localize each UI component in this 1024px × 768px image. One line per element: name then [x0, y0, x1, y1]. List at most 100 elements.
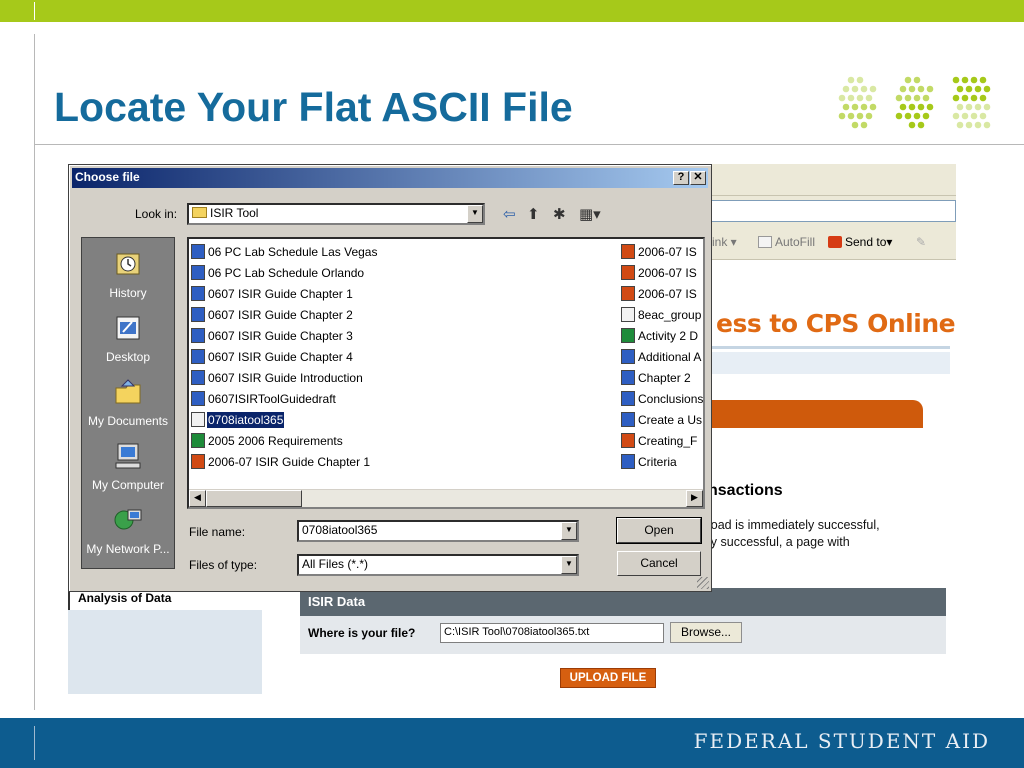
scroll-left-icon[interactable]: ◀ — [189, 490, 206, 507]
file-name-input[interactable]: 0708iatool365 ▼ — [297, 520, 579, 542]
close-button[interactable]: ✕ — [690, 171, 706, 185]
file-name: 06 PC Lab Schedule Orlando — [208, 266, 365, 280]
word-file-icon — [621, 454, 635, 469]
scroll-thumb[interactable] — [206, 490, 302, 507]
place-history[interactable]: History — [82, 244, 174, 308]
file-name: Creating_F — [638, 434, 698, 448]
up-folder-icon[interactable]: ⬆ — [527, 205, 540, 223]
file-name: Criteria — [638, 455, 677, 469]
file-type-dropdown[interactable]: All Files (*.*) ▼ — [297, 554, 579, 576]
autofill-button[interactable]: AutoFill — [758, 235, 815, 249]
file-item[interactable]: Create a Us — [621, 411, 703, 432]
back-arrow-icon[interactable]: ⇦ — [503, 205, 516, 223]
file-name: 2006-07 IS — [638, 245, 697, 259]
ppt-file-icon — [621, 244, 635, 259]
chevron-down-icon[interactable]: ▼ — [561, 522, 577, 540]
ppt-file-icon — [191, 454, 205, 469]
file-item[interactable]: Additional A — [621, 348, 703, 369]
logo-dot — [961, 76, 969, 84]
file-column-right: 2006-07 IS 2006-07 IS 2006-07 IS 8eac_group… — [621, 243, 703, 474]
browse-button[interactable]: Browse... — [670, 622, 742, 643]
logo-dot — [899, 85, 907, 93]
file-list: 06 PC Lab Schedule Las Vegas 06 PC Lab Sc… — [187, 237, 705, 509]
logo-dot — [856, 76, 864, 84]
file-name: Create a Us — [638, 413, 703, 427]
place-desktop[interactable]: Desktop — [82, 308, 174, 372]
file-item[interactable]: 0607 ISIR Guide Chapter 1 — [191, 285, 378, 306]
logo-dot — [908, 103, 916, 111]
file-name: Activity 2 D — [638, 329, 699, 343]
file-item[interactable]: 8eac_group — [621, 306, 703, 327]
horizontal-scrollbar[interactable]: ◀ ▶ — [189, 489, 703, 507]
logo-dot — [979, 112, 987, 120]
place-my-network[interactable]: My Network P... — [82, 500, 174, 564]
word-file-icon — [621, 391, 635, 406]
view-menu-icon[interactable]: ▦▾ — [579, 205, 601, 223]
top-band-tick — [34, 2, 35, 20]
file-item[interactable]: Activity 2 D — [621, 327, 703, 348]
logo-dot — [895, 112, 903, 120]
help-button[interactable]: ? — [673, 171, 689, 185]
file-item[interactable]: 06 PC Lab Schedule Orlando — [191, 264, 378, 285]
dialog-title: Choose file — [75, 170, 140, 184]
upload-file-button[interactable]: UPLOAD FILE — [560, 668, 656, 688]
place-label: History — [109, 286, 147, 300]
place-my-documents[interactable]: My Documents — [82, 372, 174, 436]
chevron-down-icon[interactable]: ▼ — [467, 205, 483, 223]
file-item[interactable]: 0607 ISIR Guide Chapter 2 — [191, 306, 378, 327]
file-item[interactable]: 06 PC Lab Schedule Las Vegas — [191, 243, 378, 264]
logo-dot — [860, 103, 868, 111]
file-name: Additional A — [638, 350, 702, 364]
logo-dot — [904, 94, 912, 102]
logo-dot — [965, 85, 973, 93]
ppt-file-icon — [621, 265, 635, 280]
resize-grip[interactable] — [697, 577, 709, 589]
word-file-icon — [191, 307, 205, 322]
file-item[interactable]: Chapter 2 — [621, 369, 703, 390]
address-field[interactable] — [708, 200, 956, 222]
file-item[interactable]: Conclusions — [621, 390, 703, 411]
logo-dot — [838, 112, 846, 120]
file-item[interactable]: 0708iatool365 — [191, 411, 378, 432]
open-button[interactable]: Open — [616, 517, 702, 544]
file-name: 0607ISIRToolGuidedraft — [208, 392, 336, 406]
logo-dot — [917, 121, 925, 129]
file-item[interactable]: 2006-07 IS — [621, 264, 703, 285]
word-file-icon — [191, 349, 205, 364]
orange-tab-bar — [708, 400, 923, 428]
file-name: Chapter 2 — [638, 371, 691, 385]
cancel-button[interactable]: Cancel — [617, 551, 701, 576]
scroll-right-icon[interactable]: ▶ — [686, 490, 703, 507]
chevron-down-icon[interactable]: ▼ — [561, 556, 577, 574]
logo-dot — [904, 112, 912, 120]
file-item[interactable]: Creating_F — [621, 432, 703, 453]
file-name: 2006-07 IS — [638, 287, 697, 301]
new-folder-icon[interactable]: ✱ — [553, 205, 566, 223]
logo-dot — [952, 76, 960, 84]
file-path-input[interactable]: C:\ISIR Tool\0708iatool365.txt — [440, 623, 664, 643]
send-to-button[interactable]: Send to▾ — [828, 235, 892, 249]
file-item[interactable]: 0607 ISIR Guide Introduction — [191, 369, 378, 390]
upload-text-line-2: ly successful, a page with — [708, 535, 850, 549]
logo-dot — [913, 76, 921, 84]
isir-data-box: ISIR Data Where is your file? C:\ISIR To… — [300, 588, 946, 654]
look-in-dropdown[interactable]: ISIR Tool ▼ — [187, 203, 485, 225]
file-item[interactable]: 0607 ISIR Guide Chapter 4 — [191, 348, 378, 369]
place-label: My Network P... — [86, 542, 170, 556]
look-in-value: ISIR Tool — [192, 206, 258, 220]
logo-dot — [983, 121, 991, 129]
place-my-computer[interactable]: My Computer — [82, 436, 174, 500]
file-item[interactable]: 2006-07 IS — [621, 285, 703, 306]
file-item[interactable]: Criteria — [621, 453, 703, 474]
file-item[interactable]: 2006-07 IS — [621, 243, 703, 264]
heading-rule — [708, 346, 950, 349]
file-item[interactable]: 0607 ISIR Guide Chapter 3 — [191, 327, 378, 348]
dialog-title-bar[interactable]: Choose file ? ✕ — [72, 168, 708, 188]
logo-dot — [908, 121, 916, 129]
toolbar-link-item[interactable]: ink ▾ — [712, 235, 737, 249]
file-column-left: 06 PC Lab Schedule Las Vegas 06 PC Lab Sc… — [191, 243, 378, 474]
file-item[interactable]: 0607ISIRToolGuidedraft — [191, 390, 378, 411]
file-item[interactable]: 2005 2006 Requirements — [191, 432, 378, 453]
file-item[interactable]: 2006-07 ISIR Guide Chapter 1 — [191, 453, 378, 474]
pen-icon[interactable]: ✎ — [916, 235, 926, 249]
